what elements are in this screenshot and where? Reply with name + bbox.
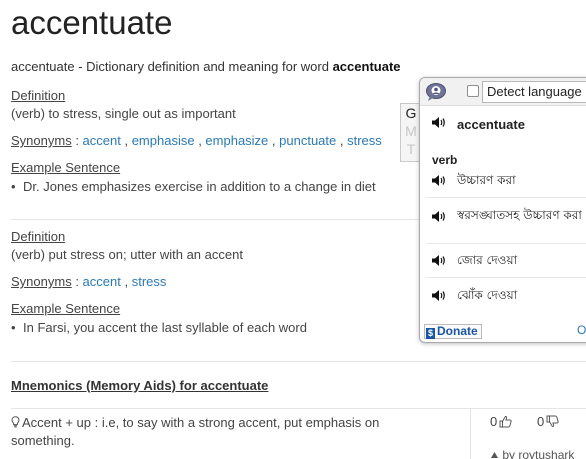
downvote-count: 0 <box>537 414 545 429</box>
popup-header: Detect language <box>420 78 586 106</box>
upvote-button[interactable]: 0 <box>490 414 512 429</box>
translation-item: জোর দেওয়া <box>457 253 518 267</box>
translation-item: ঝোঁক দেওয়া <box>457 288 518 302</box>
tab-letter-g: G <box>405 105 417 121</box>
speaker-icon[interactable] <box>431 254 446 267</box>
donate-label: Donate <box>437 324 478 338</box>
mnemonic-entry: Accent + up : i.e, to say with a strong … <box>11 414 411 450</box>
translate-tab[interactable]: G M T <box>400 103 421 162</box>
synonyms-label: Synonyms <box>11 274 72 289</box>
translation-item: উচ্চারণ করা <box>457 173 516 187</box>
downvote-button[interactable]: 0 <box>537 414 559 429</box>
page-subtitle: accentuate - Dictionary definition and m… <box>11 59 401 74</box>
author-credit: by roytushark <box>490 448 574 459</box>
options-link[interactable]: O <box>577 323 586 337</box>
dollar-icon: $ <box>426 328 435 339</box>
page-title: accentuate <box>11 4 173 41</box>
subtitle-text: accentuate - Dictionary definition and m… <box>11 59 333 74</box>
translation-item: স্বরসঙ্ঘাতসহ উচ্চারণ করা <box>457 208 582 222</box>
vote-divider <box>470 408 471 459</box>
synonym-link[interactable]: punctuate <box>279 133 336 148</box>
speaker-icon[interactable] <box>431 289 446 302</box>
subtitle-word: accentuate <box>332 59 401 74</box>
thumbs-up-icon <box>499 416 512 428</box>
synonym-link[interactable]: emphasize <box>205 133 268 148</box>
triangle-icon <box>491 452 498 458</box>
lightbulb-icon <box>11 416 20 428</box>
speaker-icon[interactable] <box>431 210 446 223</box>
tab-letter-m: M <box>405 123 417 139</box>
mnemonics-heading: Mnemonics (Memory Aids) for accentuate <box>11 378 269 393</box>
speaker-icon[interactable] <box>431 174 446 187</box>
mnemonic-text: Accent + up : i.e, to say with a strong … <box>11 415 380 448</box>
tab-letter-t: T <box>406 141 416 157</box>
detect-language-checkbox[interactable] <box>467 85 479 97</box>
popup-headword: accentuate <box>457 117 525 132</box>
chat-bubble-icon[interactable] <box>425 82 447 102</box>
divider <box>426 197 586 198</box>
synonym-link[interactable]: emphasise <box>132 133 195 148</box>
synonym-link[interactable]: stress <box>347 133 382 148</box>
synonyms-label: Synonyms <box>11 133 72 148</box>
thumbs-down-icon <box>546 415 559 427</box>
synonym-link[interactable]: accent <box>83 133 121 148</box>
source-language-select[interactable]: Detect language <box>482 81 586 103</box>
synonym-link[interactable]: accent <box>83 274 121 289</box>
author-text[interactable]: by roytushark <box>502 448 574 459</box>
divider <box>426 243 586 244</box>
divider <box>11 361 586 362</box>
speaker-icon[interactable] <box>431 116 446 129</box>
divider <box>11 408 586 409</box>
upvote-count: 0 <box>490 414 498 429</box>
synonym-link[interactable]: stress <box>132 274 167 289</box>
divider <box>426 277 586 278</box>
translate-popup: Detect language accentuate verb উচ্চারণ … <box>419 77 586 343</box>
part-of-speech: verb <box>432 153 458 167</box>
donate-button[interactable]: $ Donate <box>424 324 482 339</box>
